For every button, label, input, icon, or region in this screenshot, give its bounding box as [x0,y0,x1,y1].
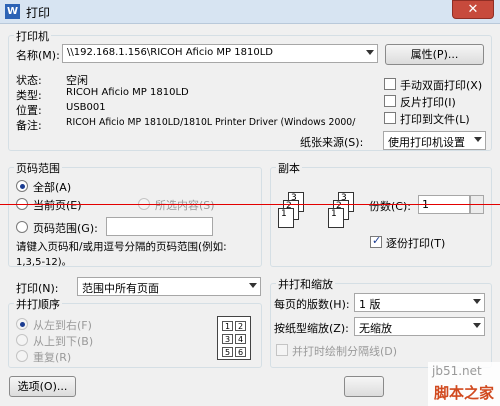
ok-button-partial[interactable] [344,376,384,397]
paper-source-dropdown[interactable]: 使用打印机设置 [383,131,486,150]
location-label: 位置: [16,104,42,117]
pages-per-sheet-dropdown[interactable]: 1 版 [354,293,485,312]
uncollated-copies-icon: 3 2 1 [278,192,308,242]
status-value: 空闲 [66,74,88,87]
order-top-bottom-radio[interactable] [16,334,28,346]
scale-to-paper-value: 无缩放 [359,322,392,335]
print-to-file-checkbox[interactable] [384,112,396,124]
chevron-down-icon [474,137,482,142]
window-title: 打印 [26,6,51,20]
icon-page: 1 [328,208,344,228]
collate-label[interactable]: 逐份打印(T) [386,235,445,251]
printer-group-title: 打印机 [14,28,51,44]
range-selection-label[interactable]: 所选内容(S) [155,197,215,213]
pages-per-sheet-value: 1 版 [359,298,381,311]
printer-name-value: \\192.168.1.156\RICOH Aficio MP 1810LD [67,47,273,58]
printer-name-dropdown[interactable]: \\192.168.1.156\RICOH Aficio MP 1810LD [62,44,378,63]
order-cell: 3 [222,334,233,344]
icon-page: 1 [278,208,294,228]
chevron-down-icon [366,50,374,55]
reverse-print-label[interactable]: 反片打印(I) [400,94,456,110]
title-bar [0,0,500,24]
order-left-right-label[interactable]: 从左到右(F) [33,317,92,333]
order-cell: 6 [235,347,246,357]
options-button[interactable]: 选项(O)... [9,376,76,397]
reverse-print-checkbox[interactable] [384,95,396,107]
order-repeat-label[interactable]: 重复(R) [33,349,71,365]
page-range-group-title: 页码范围 [14,160,62,176]
chevron-down-icon [473,323,481,328]
range-all-label[interactable]: 全部(A) [33,179,71,195]
close-button[interactable]: ✕ [452,0,494,19]
order-left-right-radio[interactable] [16,318,28,330]
page-range-input[interactable] [106,217,213,236]
collated-copies-icon: 3 2 1 [328,192,358,242]
chevron-down-icon [473,299,481,304]
type-value: RICOH Aficio MP 1810LD [66,87,189,98]
chevron-down-icon [249,283,257,288]
copies-count-label: 份数(C): [369,200,411,213]
range-pages-radio[interactable] [16,221,28,233]
order-cell: 1 [222,321,233,331]
range-pages-label[interactable]: 页码范围(G): [33,220,98,236]
pages-per-sheet-label: 每页的版数(H): [274,298,350,311]
order-top-bottom-label[interactable]: 从上到下(B) [33,333,93,349]
order-cell: 4 [235,334,246,344]
status-label: 状态: [16,74,42,87]
properties-button[interactable]: 属性(P)... [385,44,484,65]
printer-name-label: 名称(M): [16,49,60,62]
print-to-file-label[interactable]: 打印到文件(L) [400,111,470,127]
manual-duplex-checkbox[interactable] [384,78,396,90]
range-current-label[interactable]: 当前页(E) [33,197,82,213]
type-label: 类型: [16,89,42,102]
print-what-label: 打印(N): [16,282,59,295]
watermark-badge: jb51.net 脚本之家 [428,362,500,406]
order-repeat-radio[interactable] [16,350,28,362]
scale-to-paper-label: 按纸型缩放(Z): [274,322,349,335]
watermark-brand: 脚本之家 [434,384,495,402]
wps-app-icon: W [5,4,20,19]
scale-to-paper-dropdown[interactable]: 无缩放 [354,317,485,336]
comment-label: 备注: [16,119,42,132]
page-range-hint-example: 1,3,5-12)。 [16,257,72,268]
manual-duplex-label[interactable]: 手动双面打印(X) [400,77,482,93]
scale-group-title: 并打和缩放 [276,276,335,292]
draw-borders-label[interactable]: 并打时绘制分隔线(D) [292,343,397,359]
copies-group-title: 副本 [276,160,302,176]
order-group-title: 并打顺序 [14,296,62,312]
watermark-url: jb51.net [432,364,482,378]
collate-checkbox[interactable] [370,234,382,248]
paper-source-label: 纸张来源(S): [300,136,364,149]
print-what-dropdown[interactable]: 范围中所有页面 [77,277,261,296]
paper-source-value: 使用打印机设置 [388,136,465,149]
range-all-radio[interactable] [16,180,28,192]
draw-borders-checkbox[interactable] [276,344,288,356]
print-what-value: 范围中所有页面 [82,282,159,295]
order-cell: 2 [235,321,246,331]
page-range-hint: 请键入页码和/或用逗号分隔的页码范围(例如: [16,241,227,253]
order-cell: 5 [222,347,233,357]
location-value: USB001 [66,102,106,113]
comment-value: RICOH Aficio MP 1810LD/1810L Printer Dri… [66,117,356,128]
order-preview-icon: 1 2 3 4 5 6 [217,316,251,360]
red-guide-line [0,204,500,205]
